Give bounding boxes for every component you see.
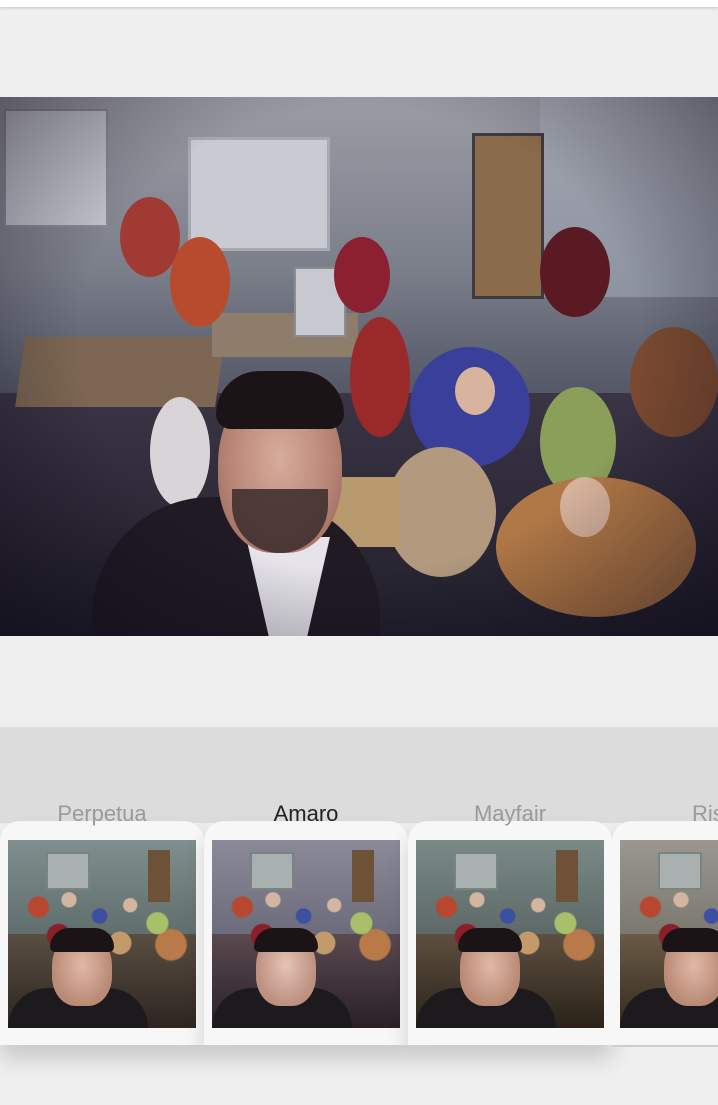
filter-card[interactable] [204,821,408,1045]
filter-perpetua[interactable]: Perpetua [0,797,204,1047]
filter-card[interactable] [0,821,204,1045]
thumb-hair [254,928,318,952]
thumb-hair [50,928,114,952]
filter-label: Amaro [273,801,339,826]
filter-card[interactable] [408,821,612,1045]
filter-label: Rise [691,801,718,826]
filter-label: Mayfair [473,801,547,826]
filter-card[interactable] [612,821,718,1045]
filter-mayfair[interactable]: Mayfair [408,797,612,1047]
thumb-hair [458,928,522,952]
photo-preview [0,97,718,636]
thumb-hair [662,928,718,952]
filter-thumbnail[interactable] [620,840,718,1028]
top-bar [0,0,718,7]
filter-amaro[interactable]: Amaro [204,797,408,1047]
filter-rise[interactable]: Rise [612,797,718,1047]
preview-image [0,97,718,636]
filter-panel: Perpetua Amaro Mayfair Ri [0,727,718,1105]
filter-thumbnail[interactable] [212,840,400,1028]
filter-thumbnail[interactable] [416,840,604,1028]
filter-label: Perpetua [57,801,147,826]
filter-thumbnail[interactable] [8,840,196,1028]
image-vignette [0,97,718,636]
filter-strip[interactable]: Perpetua Amaro Mayfair Ri [0,797,718,1097]
